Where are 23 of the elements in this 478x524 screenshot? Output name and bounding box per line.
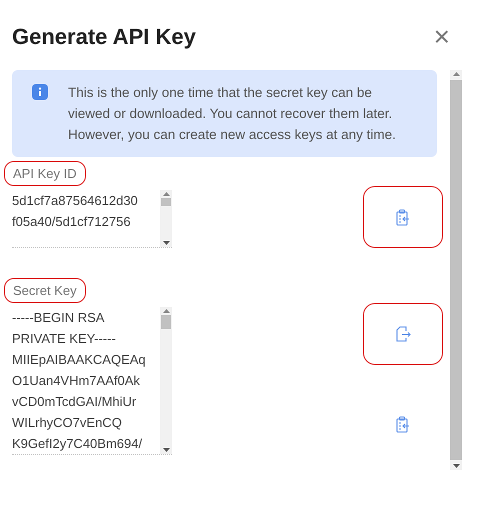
info-text: This is the only one time that the secret key can be viewed or downloaded. You cannot recover them later. However, you can create new access keys at any time.: [68, 84, 397, 144]
field-label: API Key ID: [4, 161, 86, 186]
scrollbar[interactable]: [160, 307, 172, 454]
scroll-down-arrow-icon[interactable]: [452, 464, 460, 468]
info-icon: [32, 84, 48, 100]
file-export-icon: [396, 326, 410, 342]
scroll-thumb[interactable]: [161, 315, 171, 329]
key-text-area[interactable]: -----BEGIN RSA PRIVATE KEY----- MIIEpAIBAAKCAQEAq O1Uan4VHm7AAf0Ak vCD0mTcdGAI/MhiUr WILrhyCO7vEnCQ K9GefI2y7C40Bm694/: [12, 307, 172, 455]
clipboard-icon: [396, 208, 410, 226]
copy-button[interactable]: [363, 186, 443, 248]
scroll-up-arrow-icon[interactable]: [162, 192, 170, 196]
field-label: Secret Key: [4, 278, 86, 303]
scroll-down-arrow-icon[interactable]: [162, 448, 170, 452]
close-button[interactable]: ×: [434, 23, 450, 51]
key-text-area[interactable]: 5d1cf7a87564612d30 f05a40/5d1cf712756: [12, 190, 172, 248]
scroll-up-arrow-icon[interactable]: [452, 72, 460, 76]
scroll-thumb[interactable]: [161, 198, 171, 206]
dialog-title: Generate API Key: [12, 24, 196, 50]
scroll-down-arrow-icon[interactable]: [162, 241, 170, 245]
scrollbar[interactable]: [160, 190, 172, 247]
clipboard-icon: [396, 416, 410, 432]
download-button[interactable]: [363, 303, 443, 365]
scroll-up-arrow-icon[interactable]: [162, 309, 170, 313]
